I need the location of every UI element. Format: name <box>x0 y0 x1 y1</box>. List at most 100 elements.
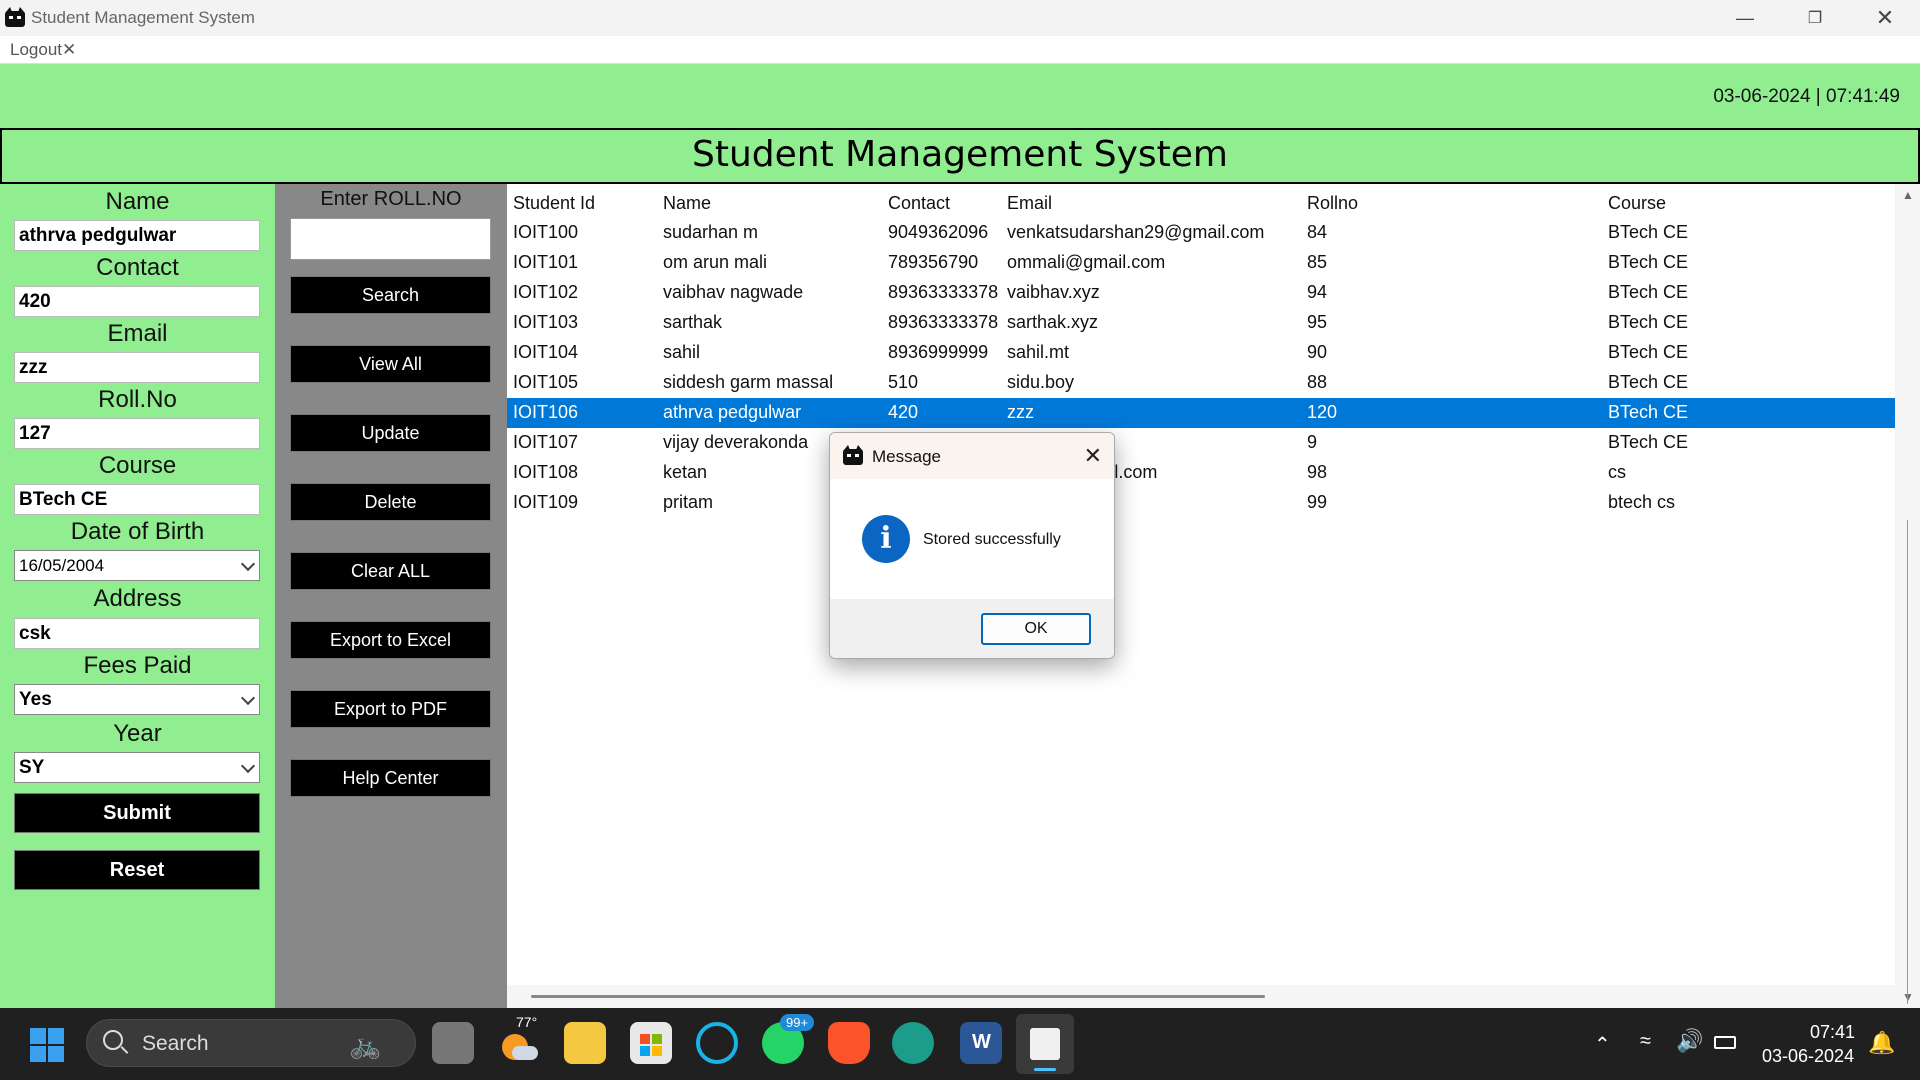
search-icon-handle <box>120 1046 129 1054</box>
help-center-button[interactable]: Help Center <box>290 759 491 797</box>
column-header[interactable]: Email <box>1007 193 1052 214</box>
export-excel-button[interactable]: Export to Excel <box>290 621 491 659</box>
horizontal-scrollbar[interactable] <box>507 985 1895 1008</box>
chevron-down-icon <box>240 556 256 572</box>
table-cell: sahil.mt <box>1007 342 1070 362</box>
clear-all-button[interactable]: Clear ALL <box>290 552 491 590</box>
app-banner: Student Management System <box>0 128 1920 184</box>
alexa-icon[interactable] <box>696 1022 738 1064</box>
column-header[interactable]: Contact <box>888 193 950 214</box>
table-cell: 95 <box>1307 312 1328 332</box>
app-logo-icon <box>843 445 863 465</box>
close-icon: ✕ <box>62 40 77 59</box>
column-header[interactable]: Course <box>1608 193 1666 214</box>
table-row[interactable]: IOIT109pritame@hotmali99btech cs <box>507 488 1895 518</box>
scroll-up-icon[interactable]: ▲ <box>1902 188 1914 202</box>
table-cell: 8936999999 <box>888 342 989 362</box>
close-window-button[interactable]: ✕ <box>1850 0 1920 36</box>
word-icon[interactable]: W <box>960 1022 1002 1064</box>
vertical-scrollbar[interactable]: ▲ ▼ <box>1895 184 1920 1008</box>
table-row[interactable]: IOIT108ketann2354@gmail.com98cs <box>507 458 1895 488</box>
table-row[interactable]: IOIT102 vaibhav nagwade 89363333378 vaibhav… <box>507 278 1895 308</box>
dialog-close-button[interactable]: ✕ <box>1084 443 1102 469</box>
course-input[interactable]: BTech CE <box>14 484 260 515</box>
table-row[interactable]: IOIT104 sahil 8936999999 sahil.mt 90 BTech CE <box>507 338 1895 368</box>
maximize-button[interactable]: ❐ <box>1780 0 1850 36</box>
table-cell: 789356790 <box>888 252 979 272</box>
windows-start-icon[interactable] <box>30 1028 64 1062</box>
file-explorer-icon[interactable] <box>564 1022 606 1064</box>
edge-browser-icon[interactable] <box>892 1022 934 1064</box>
fees-paid-select[interactable]: Yes <box>14 684 260 715</box>
table-cell: BTech CE <box>1608 312 1689 332</box>
task-view-icon[interactable] <box>432 1022 474 1064</box>
table-cell: IOIT105 <box>513 372 579 392</box>
restore-icon: ❐ <box>1807 10 1823 27</box>
logout-menu[interactable]: Logout✕ <box>10 40 76 60</box>
column-header[interactable]: Rollno <box>1307 193 1358 214</box>
submit-button[interactable]: Submit <box>14 793 260 833</box>
table-cell: 94 <box>1307 282 1328 302</box>
notification-bell-icon[interactable]: 🔔 <box>1868 1030 1895 1056</box>
chevron-down-icon <box>240 690 256 706</box>
table-cell: 98 <box>1307 462 1328 482</box>
delete-button[interactable]: Delete <box>290 483 491 521</box>
table-row[interactable]: IOIT100 sudarhan m 9049362096 venkatsudarsh… <box>507 218 1895 248</box>
table-cell: BTech CE <box>1608 432 1689 452</box>
column-header[interactable]: Student Id <box>513 193 595 214</box>
minimize-button[interactable]: — <box>1710 0 1780 36</box>
taskbar-search-box[interactable]: Search 🚲 <box>86 1019 416 1067</box>
wifi-icon[interactable]: ≈ <box>1640 1030 1651 1053</box>
email-input[interactable]: zzz <box>14 352 260 383</box>
scroll-thumb[interactable] <box>531 995 1265 998</box>
search-button[interactable]: Search <box>290 276 491 314</box>
table-row[interactable]: IOIT101 om arun mali 789356790 ommali@gmail… <box>507 248 1895 278</box>
table-cell: btech cs <box>1608 492 1676 512</box>
column-header[interactable]: Name <box>663 193 711 214</box>
scrollbar-track-line <box>1907 520 1908 1004</box>
python-app-taskbar-button[interactable] <box>1016 1014 1074 1074</box>
volume-icon[interactable]: 🔊 <box>1676 1028 1703 1054</box>
address-input[interactable]: csk <box>14 618 260 649</box>
table-cell: 99 <box>1307 492 1328 512</box>
year-select[interactable]: SY <box>14 752 260 783</box>
export-pdf-button[interactable]: Export to PDF <box>290 690 491 728</box>
view-all-button[interactable]: View All <box>290 345 491 383</box>
brave-browser-icon[interactable] <box>828 1022 870 1064</box>
table-cell: ommali@gmail.com <box>1007 252 1166 272</box>
update-button[interactable]: Update <box>290 414 491 452</box>
dob-label: Date of Birth <box>70 518 205 545</box>
table-cell: 90 <box>1307 342 1328 362</box>
roll-search-input[interactable] <box>290 218 491 260</box>
table-cell: BTech CE <box>1608 222 1689 242</box>
logout-label: Logout <box>10 40 62 59</box>
contact-input[interactable]: 420 <box>14 286 260 317</box>
ok-button[interactable]: OK <box>981 613 1091 645</box>
rollno-input[interactable]: 127 <box>14 418 260 449</box>
microsoft-store-icon[interactable] <box>630 1022 672 1064</box>
course-label: Course <box>98 452 177 479</box>
table-cell: 89363333378 <box>888 312 999 332</box>
whatsapp-badge: 99+ <box>780 1014 815 1031</box>
table-row[interactable]: IOIT105 siddesh garm massal 510 sidu.boy 88 B… <box>507 368 1895 398</box>
table-row[interactable]: IOIT107vijay deverakondada9BTech CE <box>507 428 1895 458</box>
table-row[interactable]: IOIT103 sarthak 89363333378 sarthak.xyz 95 BT… <box>507 308 1895 338</box>
table-cell: BTech CE <box>1608 252 1689 272</box>
table-cell: zzz <box>1007 402 1034 422</box>
weather-icon[interactable]: 77° <box>500 1014 542 1064</box>
reset-button[interactable]: Reset <box>14 850 260 890</box>
header-strip: 03-06-2024 | 07:41:49 <box>0 64 1920 128</box>
dob-date-picker[interactable]: 16/05/2004 <box>14 550 260 581</box>
dialog-body: i Stored successfully <box>830 479 1114 599</box>
chevron-up-icon[interactable]: ⌃ <box>1594 1032 1611 1057</box>
name-input[interactable]: athrva pedgulwar <box>14 220 260 251</box>
close-icon: ✕ <box>1083 443 1102 468</box>
students-table: Student Id Name Contact Email Rollno Course I… <box>507 184 1895 985</box>
table-cell: cs <box>1608 462 1626 482</box>
actions-panel: Enter ROLL.NO Search View All Update Del… <box>275 184 507 1008</box>
table-row[interactable]: IOIT106 athrva pedgulwar 420 zzz 120 BTech CE <box>507 398 1895 428</box>
battery-icon[interactable] <box>1714 1036 1736 1049</box>
year-label: Year <box>113 720 162 747</box>
whatsapp-icon[interactable]: 99+ <box>762 1014 815 1064</box>
dob-value: 16/05/2004 <box>19 556 105 575</box>
